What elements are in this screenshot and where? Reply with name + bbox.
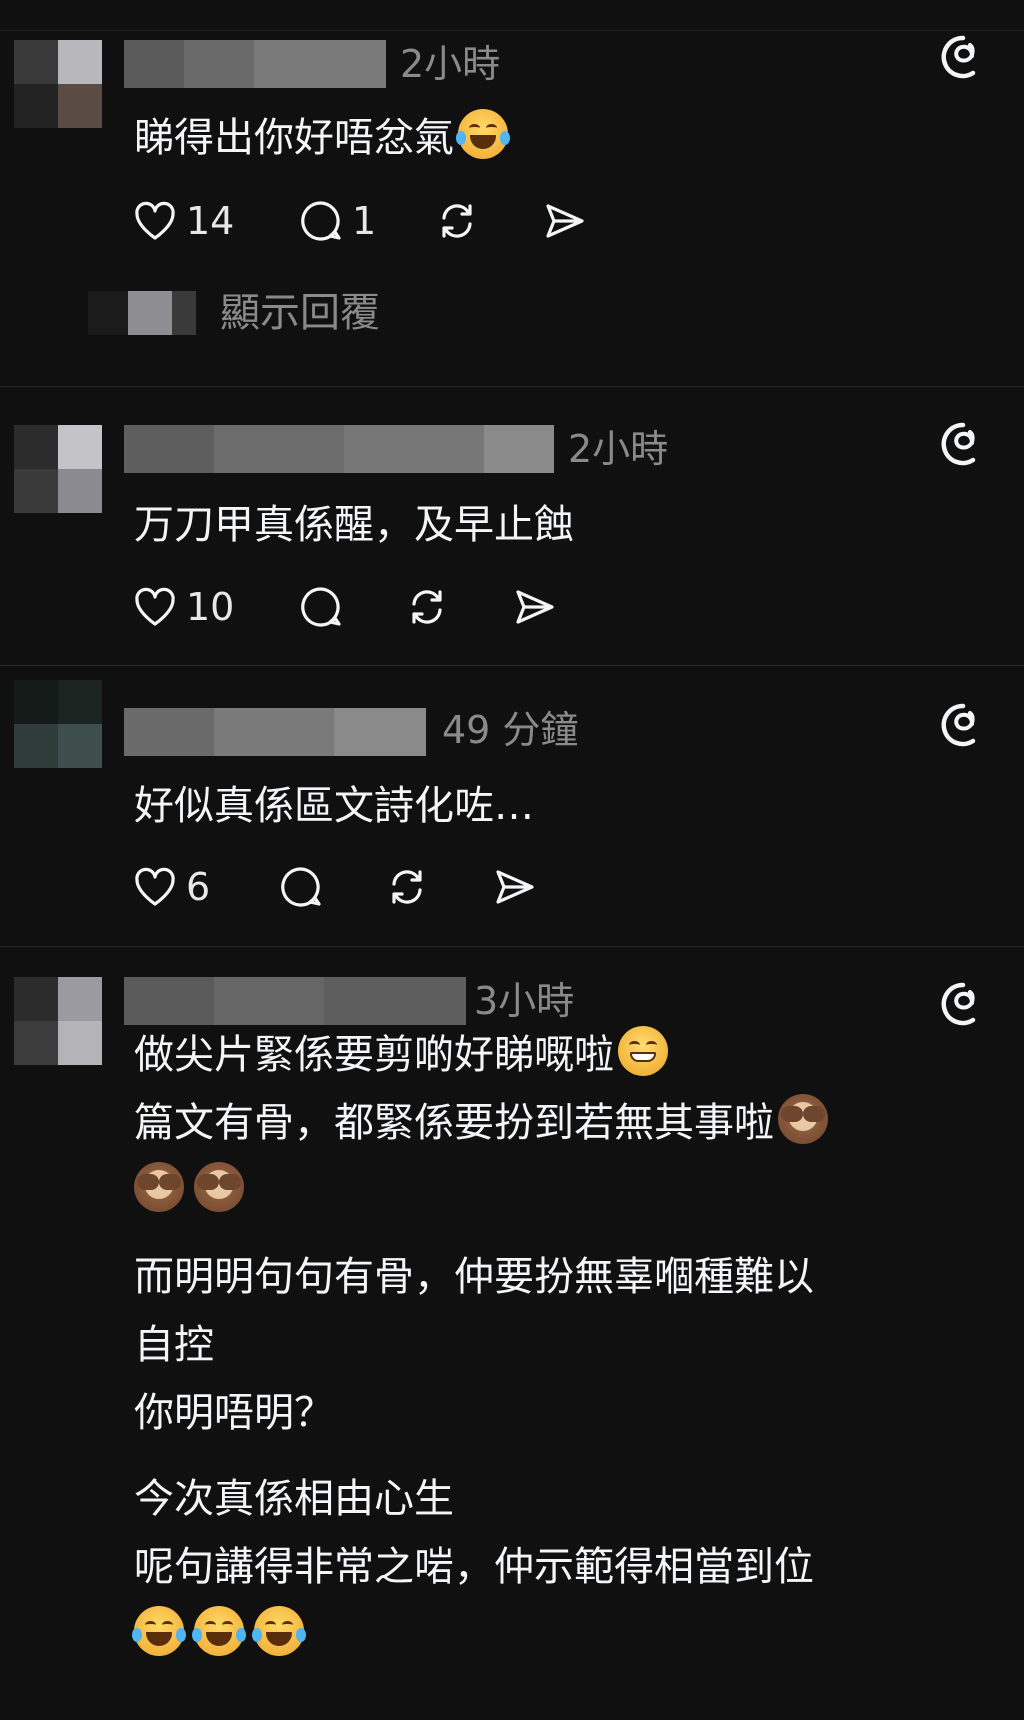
share-button[interactable] bbox=[542, 196, 588, 246]
share-button[interactable] bbox=[512, 582, 558, 632]
repost-icon bbox=[412, 590, 442, 624]
comment-button[interactable]: 1 bbox=[298, 196, 376, 246]
avatar-blurred[interactable] bbox=[14, 680, 102, 768]
threads-logo-icon[interactable] bbox=[940, 981, 986, 1027]
comment-button[interactable] bbox=[278, 862, 324, 912]
repost-icon bbox=[392, 870, 422, 904]
threads-logo-icon[interactable] bbox=[940, 421, 986, 467]
heart-icon bbox=[135, 867, 175, 906]
avatar-blurred[interactable] bbox=[14, 977, 102, 1065]
comment-text: 做尖片緊係要剪啲好睇嘅啦 篇文有骨，都緊係要扮到若無其事啦 而明明句句有骨，仲要… bbox=[132, 1021, 828, 1669]
comment-item: 2小時 睇得出你好唔忿氣 14 1 顯示回覆 bbox=[0, 0, 1024, 386]
action-bar: 14 1 bbox=[132, 196, 612, 246]
comment-icon bbox=[301, 201, 341, 241]
comment-line: 你明唔明？ bbox=[134, 1390, 334, 1436]
heart-icon bbox=[135, 587, 175, 626]
timestamp: 49 分鐘 bbox=[442, 708, 579, 752]
share-button[interactable] bbox=[492, 862, 538, 912]
comment-text: 万刀甲真係醒，及早止蝕 bbox=[134, 491, 574, 559]
face-with-tears-of-joy-icon bbox=[456, 109, 510, 159]
comment-line: 做尖片緊係要剪啲好睇嘅啦 bbox=[134, 1021, 828, 1089]
action-bar: 6 bbox=[132, 862, 552, 912]
like-count: 6 bbox=[186, 865, 211, 909]
comment-text: 睇得出你好唔忿氣 bbox=[134, 104, 510, 172]
comment-item: 2小時 万刀甲真係醒，及早止蝕 10 bbox=[0, 387, 1024, 665]
like-count: 10 bbox=[186, 585, 235, 629]
threads-logo-icon[interactable] bbox=[940, 34, 986, 80]
repost-button[interactable] bbox=[404, 582, 450, 632]
timestamp: 2小時 bbox=[400, 42, 501, 86]
comment-line: 篇文有骨，都緊係要扮到若無其事啦 bbox=[134, 1089, 828, 1157]
share-icon bbox=[546, 204, 584, 238]
comment-line: 今次真係相由心生 bbox=[134, 1476, 454, 1522]
repost-icon bbox=[442, 204, 472, 238]
repost-button[interactable] bbox=[384, 862, 430, 912]
comment-line: 好似真係區文詩化咗… bbox=[134, 783, 534, 829]
comment-line: 睇得出你好唔忿氣 bbox=[134, 115, 454, 161]
see-no-evil-monkey-icon bbox=[134, 1162, 184, 1212]
show-replies-label: 顯示回覆 bbox=[220, 290, 380, 336]
comment-line bbox=[134, 1157, 828, 1225]
comment-icon bbox=[301, 587, 341, 627]
like-button[interactable]: 10 bbox=[132, 582, 234, 632]
comment-text: 好似真係區文詩化咗… bbox=[134, 772, 534, 840]
face-with-tears-of-joy-icon bbox=[192, 1606, 246, 1656]
username-blurred[interactable] bbox=[124, 40, 386, 88]
share-icon bbox=[516, 590, 554, 624]
comment-item: 3小時 做尖片緊係要剪啲好睇嘅啦 篇文有骨，都緊係要扮到若無其事啦 而明明句句有… bbox=[0, 947, 1024, 1720]
like-button[interactable]: 14 bbox=[132, 196, 234, 246]
threads-logo-icon[interactable] bbox=[940, 702, 986, 748]
comment-icon bbox=[281, 867, 321, 907]
avatar-blurred[interactable] bbox=[14, 40, 102, 128]
share-icon bbox=[496, 870, 534, 904]
see-no-evil-monkey-icon bbox=[778, 1094, 828, 1144]
action-bar: 10 bbox=[132, 582, 572, 632]
username-blurred[interactable] bbox=[124, 708, 426, 756]
comment-line: 呢句講得非常之啱，仲示範得相當到位 bbox=[134, 1544, 814, 1590]
username-blurred[interactable] bbox=[124, 977, 466, 1025]
like-button[interactable]: 6 bbox=[132, 862, 210, 912]
repost-button[interactable] bbox=[434, 196, 480, 246]
heart-icon bbox=[135, 201, 175, 240]
like-count: 14 bbox=[186, 199, 235, 243]
reply-count: 1 bbox=[352, 199, 377, 243]
avatar-blurred[interactable] bbox=[14, 425, 102, 513]
comment-line: 万刀甲真係醒，及早止蝕 bbox=[134, 502, 574, 548]
face-with-tears-of-joy-icon bbox=[252, 1606, 306, 1656]
comment-item: 49 分鐘 好似真係區文詩化咗… 6 bbox=[0, 666, 1024, 946]
timestamp: 2小時 bbox=[568, 427, 669, 471]
grinning-face-icon bbox=[618, 1026, 668, 1076]
comment-line bbox=[132, 1601, 828, 1669]
comment-button[interactable] bbox=[298, 582, 344, 632]
username-blurred[interactable] bbox=[124, 425, 554, 473]
timestamp: 3小時 bbox=[474, 979, 575, 1023]
comment-line: 自控 bbox=[134, 1322, 214, 1368]
see-no-evil-monkey-icon bbox=[194, 1162, 244, 1212]
face-with-tears-of-joy-icon bbox=[132, 1606, 186, 1656]
comment-line: 而明明句句有骨，仲要扮無辜嗰種難以 bbox=[134, 1254, 814, 1300]
